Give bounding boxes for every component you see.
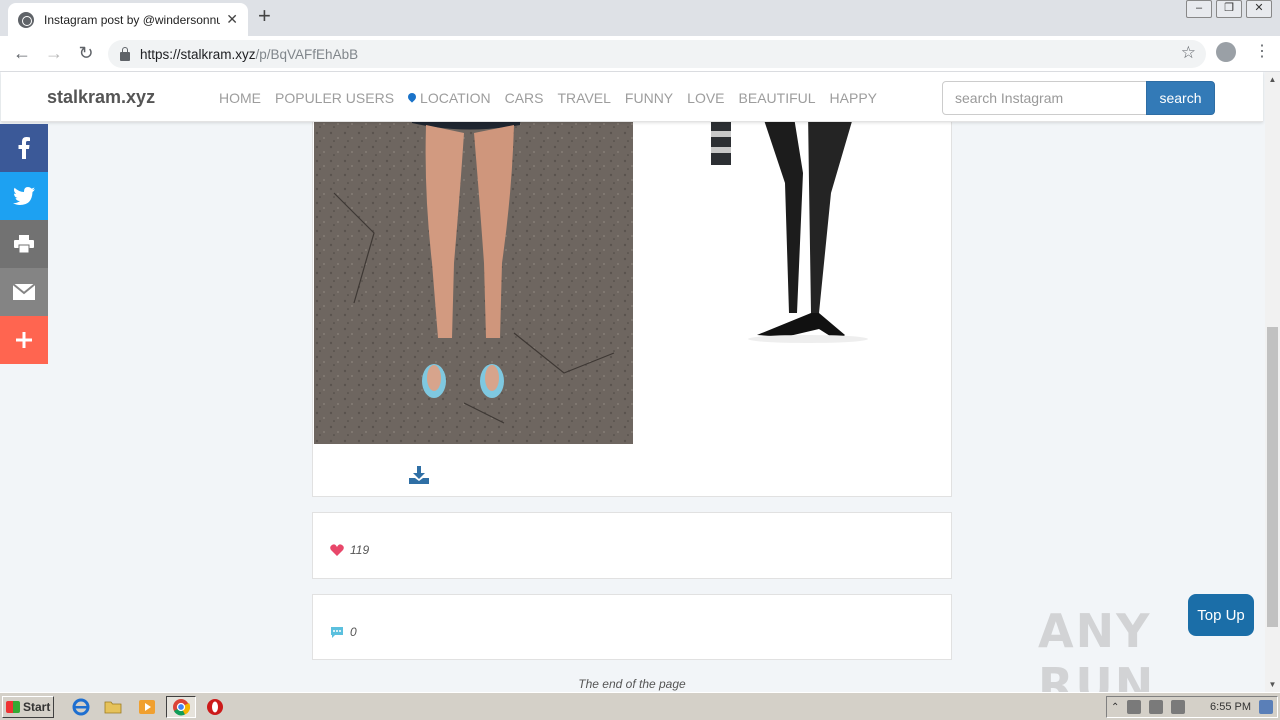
scrollbar-thumb[interactable] (1267, 327, 1278, 627)
facebook-share-button[interactable] (0, 124, 48, 172)
scroll-down-icon[interactable]: ▼ (1265, 677, 1280, 692)
window-controls: – ❐ ✕ (1182, 0, 1272, 18)
twitter-icon (13, 187, 35, 205)
taskbar-clock[interactable]: 6:55 PM (1210, 701, 1251, 713)
end-of-page-text: The end of the page (578, 677, 686, 691)
address-bar[interactable]: https://stalkram.xyz/p/BqVAFfEhAbB ☆ (108, 40, 1206, 68)
search-button[interactable]: search (1146, 81, 1215, 115)
nav-beautiful[interactable]: BEAUTIFUL (739, 90, 816, 106)
page-viewport: 119 0 The end of the page stalkram.xyz H… (0, 72, 1265, 692)
likes-count: 119 (350, 543, 370, 557)
site-nav: HOME POPULER USERS LOCATION CARS TRAVEL … (219, 90, 891, 106)
nav-travel[interactable]: TRAVEL (557, 90, 610, 106)
search-input[interactable] (942, 81, 1147, 115)
post-card (312, 72, 952, 497)
maximize-button[interactable]: ❐ (1216, 0, 1242, 18)
page-scrollbar[interactable]: ▲ ▼ (1265, 72, 1280, 692)
minimize-button[interactable]: – (1186, 0, 1212, 18)
start-label: Start (23, 700, 51, 714)
lock-icon (120, 46, 130, 61)
tab-close-icon[interactable]: ✕ (226, 11, 238, 28)
site-brand[interactable]: stalkram.xyz (47, 87, 155, 108)
system-tray: ⌃ 6:55 PM (1106, 696, 1278, 718)
browser-tab[interactable]: Instagram post by @windersonnunes ✕ (8, 3, 248, 36)
printer-icon (14, 235, 34, 253)
nav-love[interactable]: LOVE (687, 90, 724, 106)
show-desktop-icon[interactable] (1259, 700, 1273, 714)
nav-populer-users[interactable]: POPULER USERS (275, 90, 394, 106)
taskbar: Start ⌃ 6:55 PM (0, 692, 1280, 720)
start-button[interactable]: Start (2, 696, 54, 718)
post-photo-right (633, 73, 951, 444)
back-button[interactable]: ← (6, 43, 38, 64)
windows-flag-icon (6, 701, 20, 713)
heart-icon (330, 544, 344, 556)
nav-funny[interactable]: FUNNY (625, 90, 673, 106)
more-share-button[interactable] (0, 316, 48, 364)
nav-home[interactable]: HOME (219, 90, 261, 106)
share-bar (0, 124, 48, 364)
reload-button[interactable]: ↻ (70, 43, 102, 64)
nav-happy[interactable]: HAPPY (830, 90, 877, 106)
chrome-taskbar-button[interactable] (166, 696, 196, 718)
profile-avatar[interactable] (1216, 42, 1236, 62)
envelope-icon (13, 284, 35, 300)
network-icon[interactable] (1127, 700, 1142, 714)
likes-card: 119 (312, 512, 952, 579)
download-icon[interactable] (409, 466, 429, 484)
comments-card: 0 (312, 594, 952, 660)
browser-toolbar: ← → ↻ https://stalkram.xyz/p/BqVAFfEhAbB… (0, 36, 1280, 72)
comment-icon (331, 627, 343, 638)
location-pin-icon (406, 91, 418, 103)
tab-bar: Instagram post by @windersonnunes ✕ + – … (0, 0, 1280, 36)
top-up-button[interactable]: Top Up (1188, 594, 1254, 636)
email-share-button[interactable] (0, 268, 48, 316)
nav-cars[interactable]: CARS (505, 90, 544, 106)
tray-expand-icon[interactable]: ⌃ (1111, 702, 1119, 713)
url-host: https://stalkram.xyz (140, 46, 256, 62)
internet-explorer-icon[interactable] (72, 698, 90, 716)
facebook-icon (18, 137, 30, 159)
url-text: https://stalkram.xyz/p/BqVAFfEhAbB (140, 47, 358, 62)
forward-button[interactable]: → (38, 43, 70, 64)
nav-location[interactable]: LOCATION (406, 90, 491, 106)
chrome-icon (173, 699, 191, 716)
opera-icon[interactable] (206, 698, 224, 716)
folder-icon[interactable] (104, 698, 122, 716)
nav-location-label: LOCATION (420, 90, 491, 106)
action-center-flag-icon[interactable] (1171, 700, 1186, 714)
twitter-share-button[interactable] (0, 172, 48, 220)
site-header: stalkram.xyz HOME POPULER USERS LOCATION… (1, 72, 1263, 122)
new-tab-button[interactable]: + (258, 5, 271, 27)
media-player-icon[interactable] (138, 698, 156, 716)
close-window-button[interactable]: ✕ (1246, 0, 1272, 18)
globe-icon (18, 11, 34, 28)
url-path: /p/BqVAFfEhAbB (255, 46, 359, 62)
bookmark-star-icon[interactable]: ☆ (1181, 43, 1196, 63)
browser-menu-icon[interactable]: ⋮ (1254, 42, 1270, 62)
post-photo-left (314, 73, 633, 444)
plus-icon (16, 332, 32, 348)
print-share-button[interactable] (0, 220, 48, 268)
scroll-up-icon[interactable]: ▲ (1265, 72, 1280, 87)
comments-count: 0 (350, 625, 357, 639)
volume-icon[interactable] (1149, 700, 1164, 714)
tab-title: Instagram post by @windersonnunes (44, 12, 220, 27)
